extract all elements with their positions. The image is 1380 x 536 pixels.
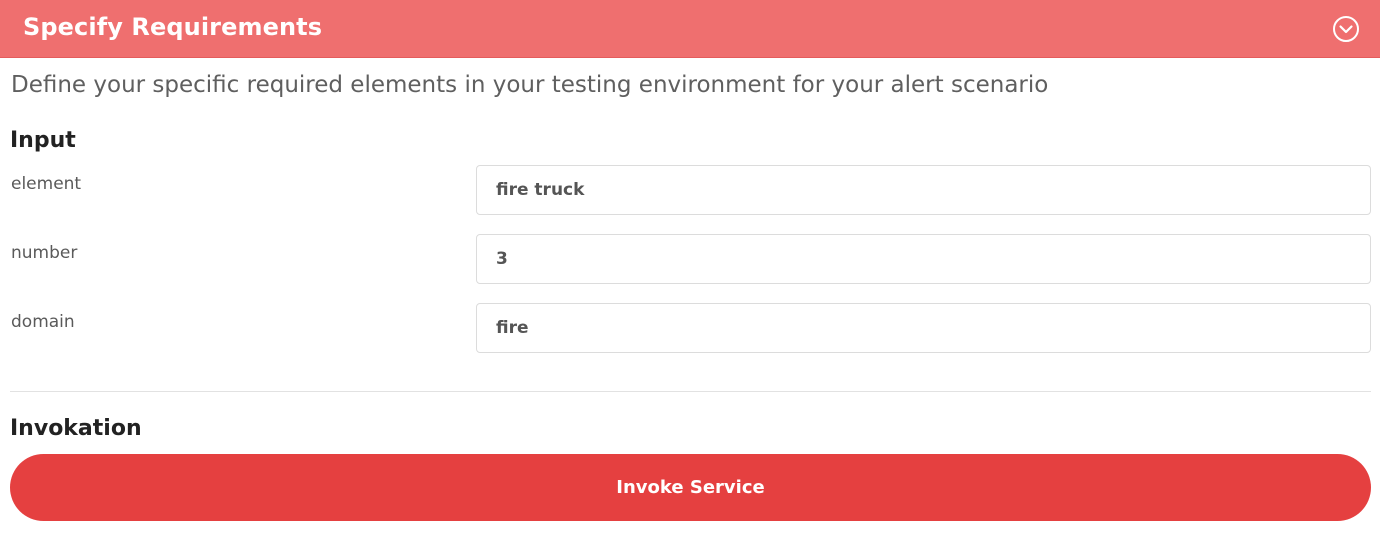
panel-header[interactable]: Specify Requirements bbox=[0, 0, 1380, 58]
domain-field-label: domain bbox=[11, 312, 75, 332]
domain-field[interactable] bbox=[476, 303, 1371, 353]
element-field-label: element bbox=[11, 174, 82, 194]
section-divider bbox=[10, 391, 1371, 392]
panel-title: Specify Requirements bbox=[23, 13, 323, 41]
element-field[interactable] bbox=[476, 165, 1371, 215]
invocation-section-heading: Invokation bbox=[10, 416, 142, 441]
section-description: Define your specific required elements i… bbox=[11, 72, 1049, 98]
invoke-service-button[interactable]: Invoke Service bbox=[10, 454, 1371, 521]
input-section-heading: Input bbox=[10, 128, 76, 153]
number-field-label: number bbox=[11, 243, 78, 263]
chevron-down-circle-icon[interactable] bbox=[1331, 14, 1361, 44]
number-field[interactable] bbox=[476, 234, 1371, 284]
